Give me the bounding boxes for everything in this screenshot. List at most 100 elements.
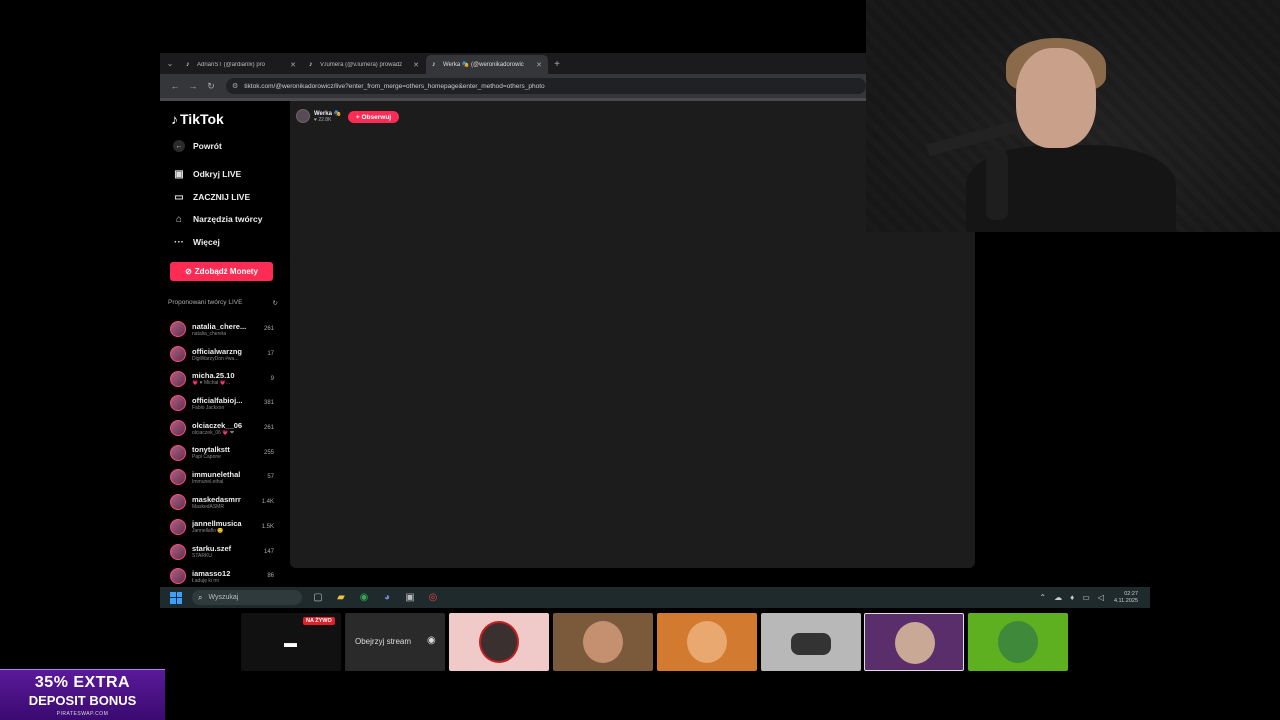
- tiktok-page: ♪ TikTok ← Powrót ▣ Odkryj LIVE ▭ ZACZNI…: [160, 101, 975, 585]
- viewer-count: 261: [263, 326, 274, 333]
- app-icon[interactable]: ▣: [402, 590, 418, 606]
- creator-name: natalia_chere...: [192, 321, 247, 331]
- forward-arrow-icon[interactable]: →: [184, 81, 202, 91]
- tab-adrianst[interactable]: ♪ AdrianST (@ardianlx) pro ✕: [180, 55, 302, 74]
- list-item[interactable]: iamasso12 Ładuję ki mi 86: [170, 564, 274, 589]
- watch-label: Obejrzyj stream: [355, 637, 412, 646]
- avatar: [170, 518, 186, 535]
- follow-button[interactable]: + Obserwuj: [348, 111, 399, 123]
- sidebar-item-back[interactable]: ← Powrót: [173, 140, 222, 152]
- browser-window: ⌄ ♪ AdrianST (@ardianlx) pro ✕ ♪ V.lumer…: [160, 53, 866, 101]
- close-icon[interactable]: ✕: [536, 61, 542, 69]
- coin-icon: ⊘: [185, 267, 192, 276]
- list-item[interactable]: maskedasmrr MaskedASMR 1.4K: [170, 490, 274, 515]
- webcam-feed: [866, 0, 1280, 232]
- viewer-count: 17: [267, 351, 274, 358]
- list-item[interactable]: officialfabioj... Fabio Jackson 381: [170, 391, 274, 416]
- site-info-icon[interactable]: ⚙: [232, 82, 238, 90]
- cloud-icon[interactable]: ☁: [1054, 593, 1062, 602]
- sidebar-item-creator-tools[interactable]: ⌂ Narzędzia twórcy: [173, 213, 262, 225]
- creator-name: officialfabioj...: [192, 395, 243, 405]
- logo-text: TikTok: [180, 111, 224, 127]
- creator-info: starku.szef STARKU: [192, 544, 261, 559]
- obs-icon[interactable]: ◎: [425, 590, 441, 606]
- sponsor-tile: [968, 613, 1068, 671]
- chrome-icon[interactable]: ◉: [356, 590, 372, 606]
- list-item[interactable]: jannellmusica Jannellaflo 😊 1.5K: [170, 515, 274, 540]
- list-item[interactable]: starku.szef STARKU 147: [170, 539, 274, 564]
- tab-label: Werka 🎭 (@weronikadorowic: [443, 62, 524, 68]
- suggested-creators-list: natalia_chere... natalia_chereta 261 offici…: [170, 317, 274, 589]
- refresh-icon[interactable]: ↻: [273, 299, 278, 307]
- tab-werka[interactable]: ♪ Werka 🎭 (@weronikadorowic ✕: [426, 55, 548, 74]
- back-arrow-icon[interactable]: ←: [166, 81, 184, 91]
- list-item[interactable]: tonytalkstt Papi Capone 255: [170, 440, 274, 465]
- taskbar-search[interactable]: ⌕ Wyszukaj: [192, 590, 302, 605]
- new-tab-button[interactable]: +: [549, 55, 565, 74]
- creator-subtitle: Immunel.ethal: [192, 478, 224, 485]
- avatar: [170, 543, 186, 560]
- avatar[interactable]: [296, 109, 310, 123]
- get-coins-button[interactable]: ⊘ Zdobądź Monety: [170, 262, 273, 281]
- sidebar-item-go-live[interactable]: ▭ ZACZNIJ LIVE: [173, 191, 250, 203]
- list-item[interactable]: immunelethal Immunel.ethal 57: [170, 465, 274, 490]
- url-text: tiktok.com/@weronikadorowicz/live?enter_…: [244, 82, 545, 90]
- chevron-up-icon[interactable]: ⌃: [1039, 593, 1046, 602]
- watch-stream-tile: Obejrzyj stream ◉: [345, 613, 445, 671]
- button-label: Zdobądź Monety: [194, 267, 258, 276]
- tab-search-icon[interactable]: ⌄: [160, 53, 180, 74]
- taskbar-apps: ▢ ▰ ◉ ◕ ▣ ◎: [310, 590, 448, 606]
- creator-info: maskedasmrr MaskedASMR: [192, 495, 259, 510]
- live-badge: NA ŻYWO: [303, 617, 335, 625]
- list-item[interactable]: olciaczek__06 olciaczek_06 💗 ❤ 261: [170, 416, 274, 441]
- promo-headline: 35% EXTRA: [34, 674, 131, 691]
- avatar: [170, 321, 186, 338]
- url-field[interactable]: ⚙ tiktok.com/@weronikadorowicz/live?ente…: [226, 78, 866, 94]
- volume-icon[interactable]: ◁: [1098, 593, 1104, 602]
- tiktok-favicon-icon: ♪: [432, 61, 436, 68]
- sidebar-item-discover-live[interactable]: ▣ Odkryj LIVE: [173, 168, 241, 180]
- creator-name: maskedasmrr: [192, 494, 241, 504]
- avatar: [170, 494, 186, 511]
- avatar: [170, 395, 186, 412]
- system-tray: ⌃ ☁ ♦ ▭ ◁ 02:27 4.11.2025: [1031, 591, 1150, 605]
- discord-icon[interactable]: ◕: [379, 590, 395, 606]
- clock[interactable]: 02:27 4.11.2025: [1114, 591, 1138, 605]
- sponsor-tile: [864, 613, 964, 671]
- list-item[interactable]: natalia_chere... natalia_chereta 261: [170, 317, 274, 342]
- home-icon: ⌂: [175, 213, 183, 225]
- reload-icon[interactable]: ↻: [202, 81, 220, 92]
- sponsor-tile: [761, 613, 861, 671]
- avatar: [583, 621, 623, 663]
- list-item[interactable]: micha.25.10 💗 ♥ Michał 💗... 9: [170, 366, 274, 391]
- avatar: [170, 444, 186, 461]
- sidebar: ♪ TikTok ← Powrót ▣ Odkryj LIVE ▭ ZACZNI…: [160, 101, 290, 585]
- live-tv-icon: ▣: [174, 168, 184, 180]
- avatar: [170, 420, 186, 437]
- close-icon[interactable]: ✕: [413, 61, 419, 69]
- sidebar-item-more[interactable]: ··· Więcej: [173, 236, 220, 248]
- creator-name: iamasso12: [192, 568, 231, 578]
- tiktok-favicon-icon: ♪: [309, 61, 313, 68]
- close-icon[interactable]: ✕: [290, 61, 296, 69]
- viewer-count: 261: [263, 425, 274, 432]
- car-icon: [791, 633, 831, 655]
- mic-icon[interactable]: ♦: [1070, 593, 1074, 602]
- tab-bar: ⌄ ♪ AdrianST (@ardianlx) pro ✕ ♪ V.lumer…: [160, 53, 866, 74]
- creator-info: jannellmusica Jannellaflo 😊: [192, 519, 259, 534]
- creator-info: immunelethal Immunel.ethal: [192, 470, 264, 485]
- host-name: Werka 🎭: [314, 110, 342, 117]
- network-icon[interactable]: ▭: [1082, 593, 1090, 602]
- tab-vlumera[interactable]: ♪ V.lumera (@v.lumera) prowadz ✕: [303, 55, 425, 74]
- creator-info: iamasso12 Ładuję ki mi: [192, 569, 264, 584]
- sidebar-item-label: Odkryj LIVE: [193, 169, 242, 179]
- camera-icon: ▭: [174, 191, 184, 203]
- avatar: [687, 621, 727, 663]
- task-view-icon[interactable]: ▢: [310, 590, 326, 606]
- list-item[interactable]: officialwarzng DigiWarzyDon #wa... 17: [170, 342, 274, 367]
- tab-label: V.lumera (@v.lumera) prowadz: [320, 61, 403, 68]
- host-info[interactable]: Werka 🎭 ♥ 22.8K: [296, 109, 341, 123]
- file-explorer-icon[interactable]: ▰: [333, 590, 349, 606]
- tiktok-logo[interactable]: ♪ TikTok: [171, 111, 224, 127]
- windows-start-icon[interactable]: [170, 591, 182, 604]
